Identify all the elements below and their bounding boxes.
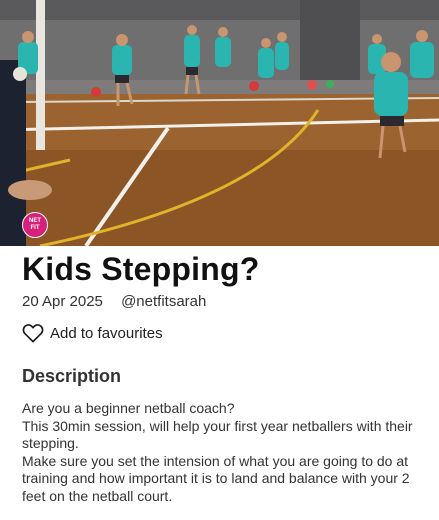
netball-court-photo <box>0 0 439 246</box>
session-date: 20 Apr 2025 <box>22 293 103 310</box>
description-line: Are you a beginner netball coach? <box>22 400 235 416</box>
description-line: Make sure you set the intension of what … <box>22 452 410 504</box>
description-line: This 30min session, will help your first… <box>22 417 413 452</box>
netfit-logo: NET FIT <box>22 212 48 238</box>
add-to-favourites-label: Add to favourites <box>50 324 163 342</box>
heart-outline-icon <box>22 324 44 343</box>
add-to-favourites-button[interactable]: Add to favourites <box>22 321 163 345</box>
session-author[interactable]: @netfitsarah <box>121 293 206 310</box>
hero-image: NET FIT <box>0 0 439 246</box>
session-meta: 20 Apr 2025 @netfitsarah <box>22 293 206 310</box>
session-title: Kids Stepping? <box>22 251 260 287</box>
description-heading: Description <box>22 366 122 386</box>
description-body: Are you a beginner netball coach? This 3… <box>22 400 427 506</box>
logo-text-top: NET <box>29 218 41 224</box>
logo-text-bottom: FIT <box>30 225 40 231</box>
